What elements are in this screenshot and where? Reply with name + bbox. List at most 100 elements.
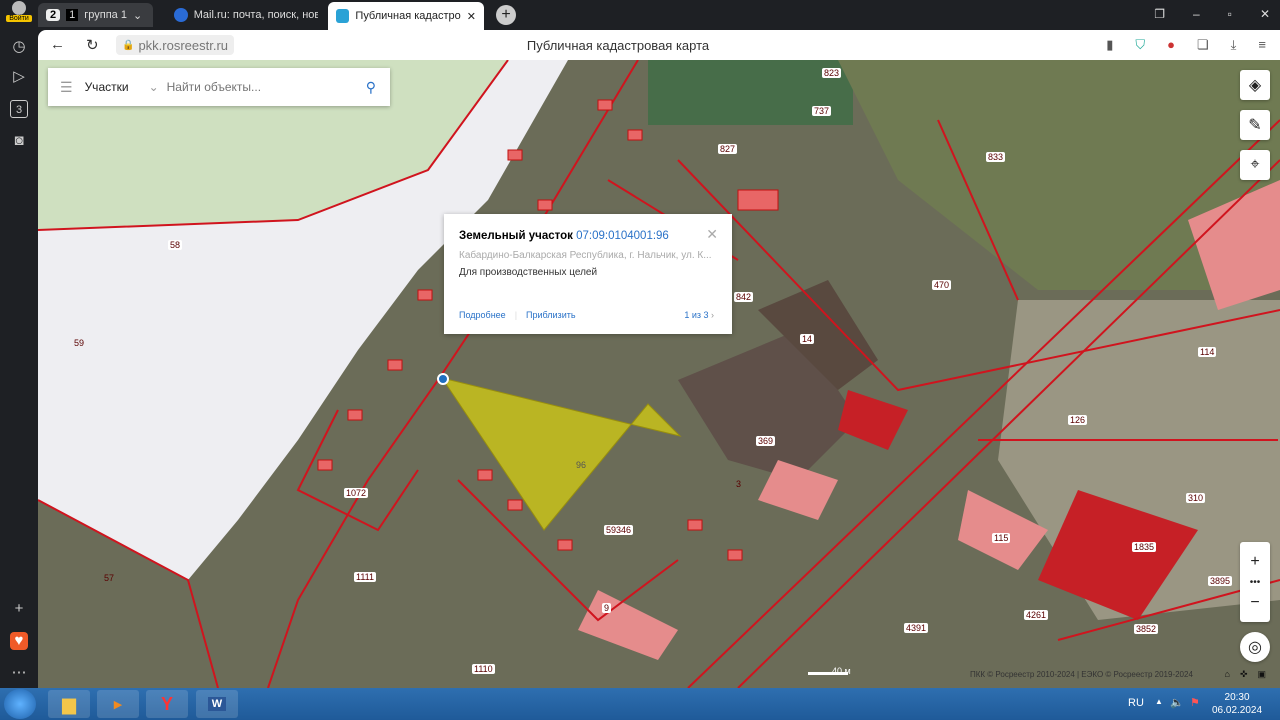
collections-icon[interactable]: ❏ <box>1197 37 1209 53</box>
chevron-down-icon[interactable]: ⌄ <box>133 9 142 22</box>
layers-icon: ◈ <box>1248 77 1262 94</box>
tabs-icon[interactable]: ❐ <box>1154 7 1165 21</box>
tab-label: Публичная кадастрова <box>355 10 461 22</box>
network-error-icon[interactable]: ⚑ <box>1190 696 1200 709</box>
popup-type: Земельный участок <box>459 230 573 242</box>
app-icon[interactable]: ♥ <box>10 632 28 650</box>
volume-icon[interactable]: 🔈 <box>1170 696 1184 709</box>
close-icon[interactable]: ✕ <box>706 226 718 243</box>
parcel-label: 827 <box>718 144 738 154</box>
restore-icon[interactable]: ▫ <box>1228 7 1232 21</box>
more-icon[interactable]: ⋯ <box>10 664 28 682</box>
parcel-label: 1111 <box>354 572 377 582</box>
parcel-label: 310 <box>1186 493 1206 503</box>
tab-pkk[interactable]: Публичная кадастрова ✕ <box>328 2 484 30</box>
parcel-label: 114 <box>1198 347 1217 357</box>
next-icon[interactable]: › <box>711 310 714 320</box>
folder-icon: ▆ <box>62 693 76 714</box>
close-tab-icon[interactable]: ✕ <box>467 10 476 23</box>
explorer-button[interactable]: ▆ <box>48 690 90 718</box>
language-indicator[interactable]: RU <box>1128 697 1144 709</box>
details-link[interactable]: Подробнее <box>459 310 506 320</box>
parcel-popup: Земельный участок 07:09:0104001:96 ✕ Каб… <box>444 214 732 334</box>
chevron-down-icon[interactable]: ⌄ <box>149 80 159 94</box>
protect-icon[interactable]: ⛉ <box>1135 37 1145 53</box>
media-icon: ▶ <box>113 698 123 711</box>
crosshair-icon[interactable]: ✜ <box>1240 669 1248 680</box>
close-window-icon[interactable]: ✕ <box>1260 7 1270 21</box>
rosreestr-favicon-icon <box>336 9 350 23</box>
parcel-label: 58 <box>168 240 183 250</box>
parcel-label: 1110 <box>472 664 495 674</box>
map-canvas <box>38 60 1280 688</box>
extension-icon[interactable]: ● <box>1167 37 1175 53</box>
parcel-label: 369 <box>756 436 776 446</box>
parcel-label: 1072 <box>344 488 369 498</box>
tray-arrow-icon[interactable]: ▲ <box>1155 697 1163 706</box>
yandex-button[interactable]: Y <box>146 690 188 718</box>
play-icon[interactable]: ▷ <box>10 68 28 86</box>
media-button[interactable]: ▶ <box>97 690 139 718</box>
zoom-out-icon[interactable]: − <box>1250 594 1259 612</box>
mail-favicon-icon <box>174 8 188 22</box>
tab-group[interactable]: 2 1 группа 1 ⌄ <box>38 3 153 27</box>
word-icon: W <box>207 697 227 711</box>
menu-icon[interactable]: ≡ <box>1258 37 1266 53</box>
location-marker <box>437 373 449 385</box>
parcel-label: 3 <box>736 479 742 489</box>
parcel-label: 59346 <box>604 525 634 535</box>
more-icon[interactable]: ••• <box>1250 577 1261 588</box>
search-input[interactable] <box>166 80 352 94</box>
clock[interactable]: 20:30 06.02.2024 <box>1212 691 1262 717</box>
locate-button[interactable]: ⌖ <box>1240 150 1270 180</box>
browser-sidebar: ◷ ▷ 3 ◙ + ♥ ⋯ <box>0 30 38 688</box>
tab-mail[interactable]: Mail.ru: почта, поиск, нов <box>166 3 326 27</box>
word-button[interactable]: W <box>196 690 238 718</box>
tab-label: Mail.ru: почта, поиск, нов <box>193 9 318 21</box>
parcel-label: 4261 <box>1024 610 1049 620</box>
popup-address: Кабардино-Балкарская Республика, г. Наль… <box>459 250 712 261</box>
popup-purpose: Для производственных целей <box>459 267 598 278</box>
layers-button[interactable]: ◈ <box>1240 70 1270 100</box>
crosshair-icon: ⌖ <box>1250 156 1260 173</box>
zoom-link[interactable]: Приблизить <box>526 310 576 320</box>
cadastral-number[interactable]: 07:09:0104001:96 <box>576 230 669 242</box>
address-bar: ← ↻ 🔒 pkk.rosreestr.ru Публичная кадастро… <box>38 30 1280 60</box>
camera-icon[interactable]: ◙ <box>10 132 28 150</box>
fullscreen-icon[interactable]: ▣ <box>1257 669 1266 680</box>
browser-tab-bar: Войти 2 1 группа 1 ⌄ Mail.ru: почта, пои… <box>0 0 1280 30</box>
parcel-label: 833 <box>986 152 1006 162</box>
sidebar-counter[interactable]: 3 <box>10 100 28 118</box>
popup-pager: 1 из 3 <box>684 310 709 320</box>
minimize-icon[interactable]: – <box>1193 7 1200 21</box>
parcel-label: 9 <box>602 603 612 613</box>
home-icon[interactable]: ⌂ <box>1225 669 1230 680</box>
bookmark-icon[interactable]: ▮ <box>1106 37 1113 53</box>
compass-icon: ◎ <box>1248 639 1262 656</box>
avatar-icon <box>12 1 26 15</box>
search-mode-select[interactable]: Участки <box>85 80 149 94</box>
download-icon[interactable]: ⤓ <box>1231 37 1237 53</box>
new-tab-button[interactable]: + <box>496 5 516 25</box>
attribution: ПКК © Росреестр 2010-2024 | ЕЭКО © Росре… <box>970 670 1193 679</box>
profile-button[interactable]: Войти <box>6 1 32 22</box>
windows-taskbar: ▆ ▶ Y W RU ▲ 🔈 ⚑ 20:30 06.02.2024 <box>0 688 1280 720</box>
group-count: 1 <box>66 9 79 21</box>
add-icon[interactable]: + <box>10 600 28 618</box>
start-button[interactable] <box>4 689 36 719</box>
login-label: Войти <box>6 15 32 22</box>
parcel-label: 842 <box>734 292 754 302</box>
parcel-label: 4391 <box>904 623 929 633</box>
scale-label: 40 м <box>832 666 851 676</box>
menu-icon[interactable]: ☰ <box>60 79 73 96</box>
zoom-in-icon[interactable]: + <box>1250 553 1259 571</box>
parcel-label: 470 <box>932 280 952 290</box>
cadastral-map[interactable]: 58 59 57 737 823 827 833 842 470 114 14 … <box>38 60 1280 688</box>
history-icon[interactable]: ◷ <box>10 38 28 56</box>
search-icon[interactable]: ⚲ <box>366 79 376 96</box>
measure-button[interactable]: ✎ <box>1240 110 1270 140</box>
yandex-icon: Y <box>160 693 173 714</box>
page-title: Публичная кадастровая карта <box>526 38 710 53</box>
parcel-label: 14 <box>800 334 815 344</box>
compass-button[interactable]: ◎ <box>1240 632 1270 662</box>
